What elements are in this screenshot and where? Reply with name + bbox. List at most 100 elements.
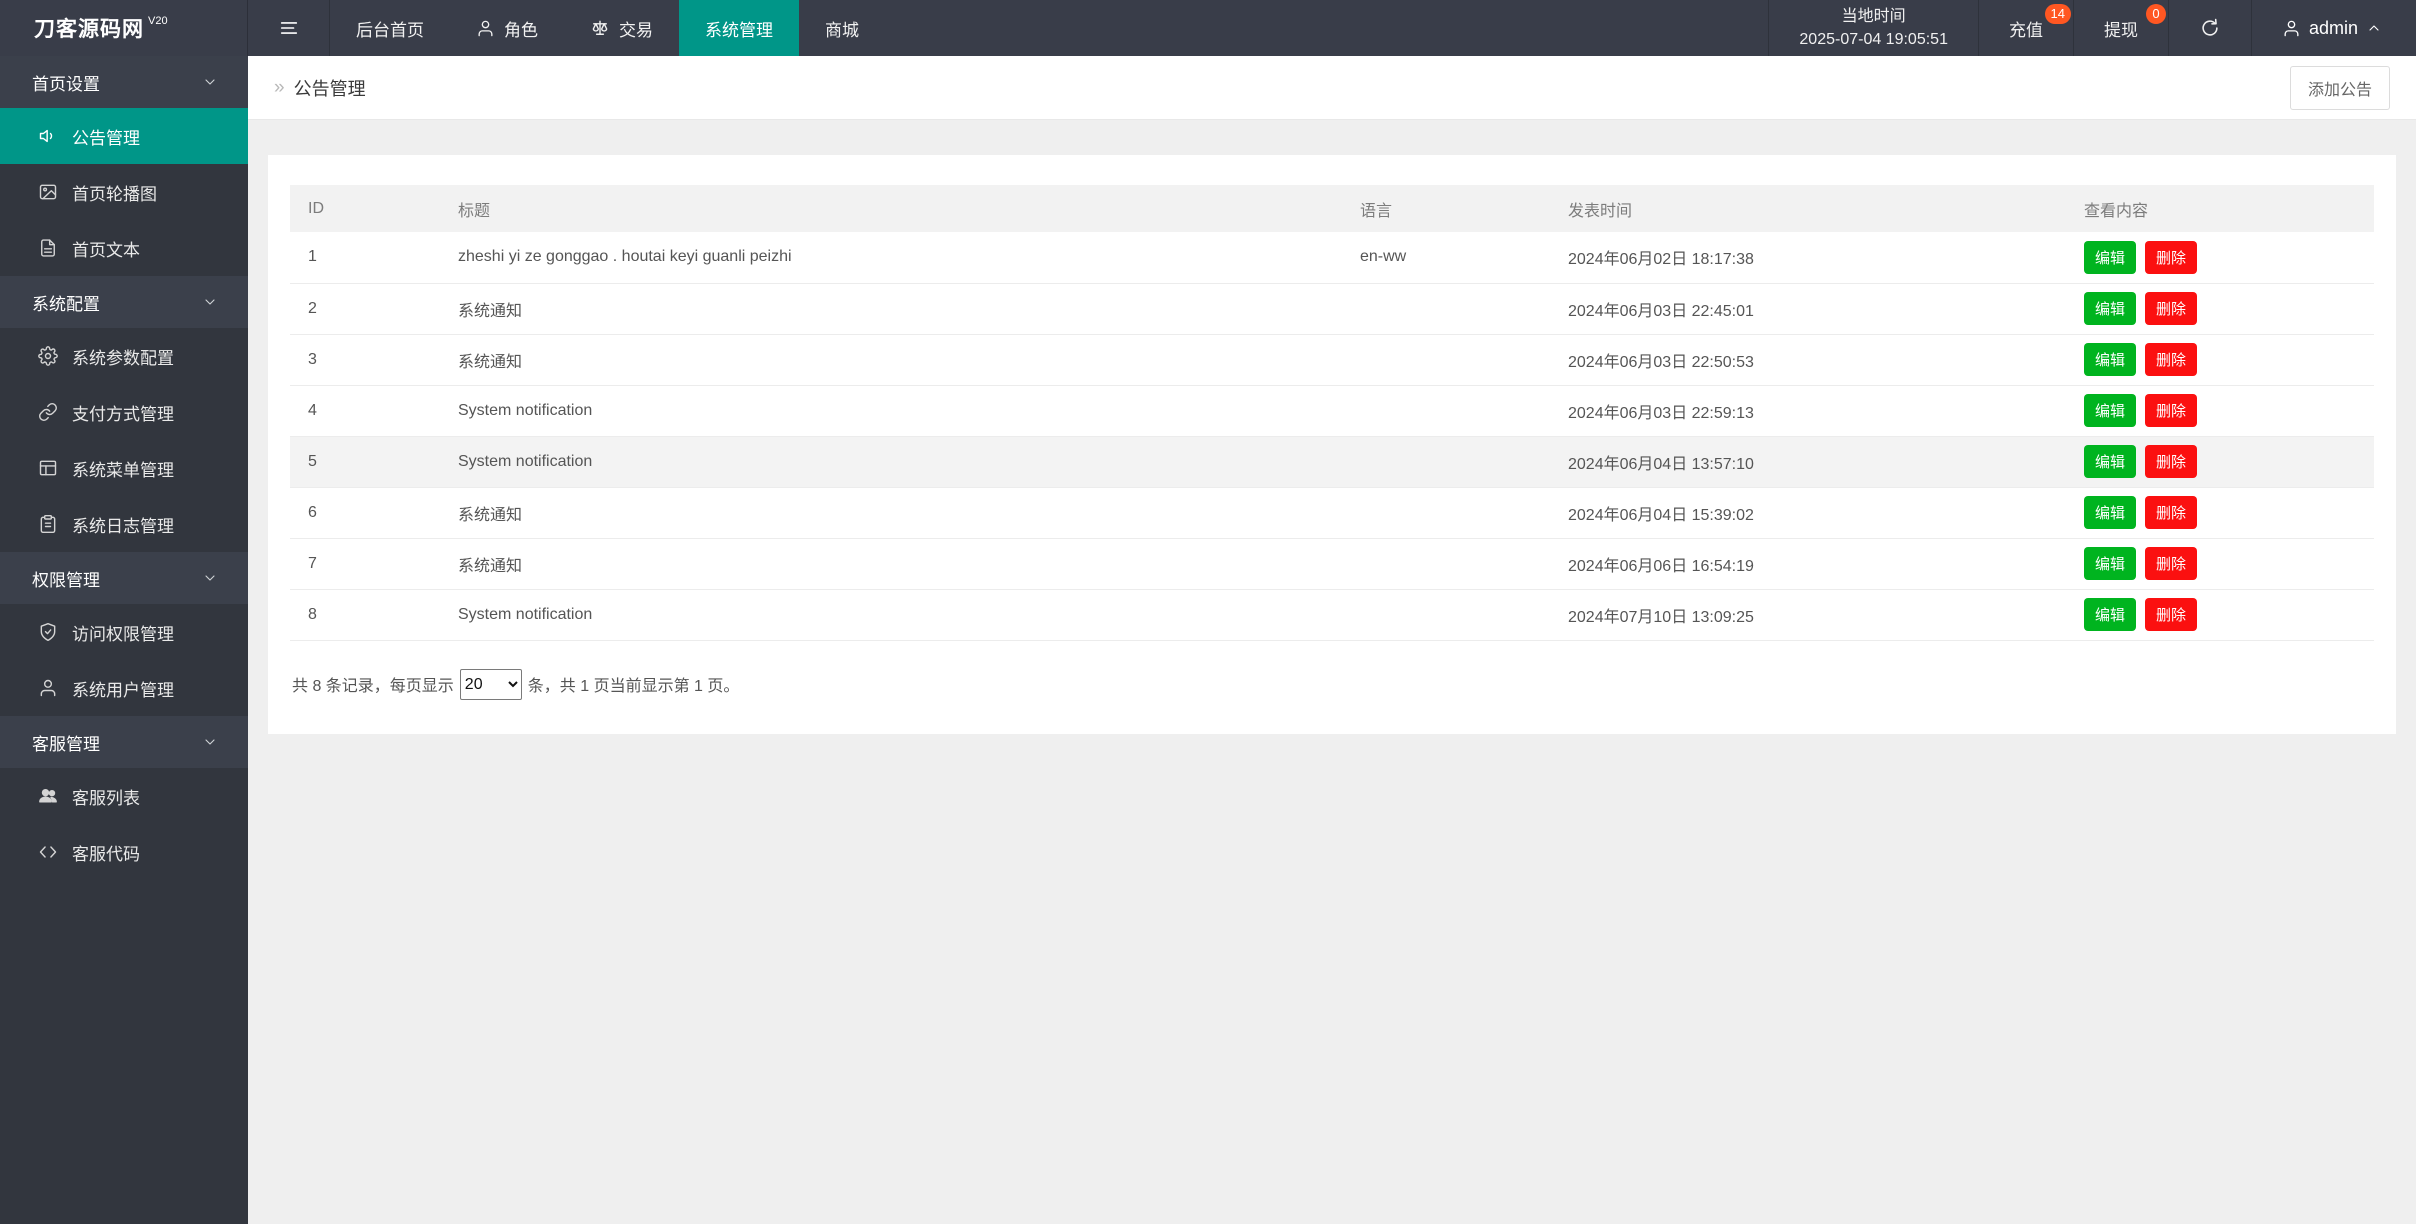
nav-item-label: 后台首页 [356, 20, 424, 40]
sidebar-item-home-text[interactable]: 首页文本 [0, 220, 248, 276]
cell-actions: 编辑 删除 [2066, 385, 2374, 437]
cell-title: 系统通知 [440, 538, 1342, 590]
cell-actions: 编辑 删除 [2066, 232, 2374, 284]
sidebar-section-permissions[interactable]: 权限管理 [0, 552, 248, 604]
sidebar-item-system-logs[interactable]: 系统日志管理 [0, 496, 248, 552]
page-size-select[interactable]: 20 [459, 668, 522, 700]
cell-lang [1342, 487, 1550, 539]
cell-actions: 编辑 删除 [2066, 589, 2374, 641]
table-row: 2 系统通知 2024年06月03日 22:45:01 编辑 删除 [290, 283, 2374, 335]
pagination: 共 8 条记录，每页显示 20 条，共 1 页当前显示第 1 页。 [290, 668, 2374, 700]
cell-time: 2024年06月03日 22:59:13 [1550, 385, 2066, 437]
recharge-label: 充值 [2008, 20, 2043, 40]
edit-button[interactable]: 编辑 [2084, 292, 2137, 325]
notice-table: ID 标题 语言 发表时间 查看内容 1 zheshi yi ze gongga… [290, 185, 2374, 641]
sidebar-item-label: 首页轮播图 [72, 184, 157, 204]
layout-icon [38, 458, 58, 478]
chevron-down-icon [202, 294, 218, 310]
edit-button[interactable]: 编辑 [2084, 445, 2137, 478]
cell-lang [1342, 589, 1550, 641]
edit-button[interactable]: 编辑 [2084, 240, 2137, 274]
sidebar-section-customer-service[interactable]: 客服管理 [0, 716, 248, 768]
sidebar-item-system-users[interactable]: 系统用户管理 [0, 660, 248, 716]
sidebar-item-system-menu[interactable]: 系统菜单管理 [0, 440, 248, 496]
notice-table-card: ID 标题 语言 发表时间 查看内容 1 zheshi yi ze gongga… [268, 155, 2396, 734]
sidebar-item-system-params[interactable]: 系统参数配置 [0, 328, 248, 384]
sidebar-item-label: 客服代码 [72, 844, 140, 864]
nav-item-mall[interactable]: 商城 [799, 0, 885, 56]
add-notice-button[interactable]: 添加公告 [2289, 65, 2390, 110]
cell-title: 系统通知 [440, 334, 1342, 386]
sidebar-item-home-carousel[interactable]: 首页轮播图 [0, 164, 248, 220]
table-row: 5 System notification 2024年06月04日 13:57:… [290, 436, 2374, 488]
delete-button[interactable]: 删除 [2145, 445, 2198, 478]
link-icon [38, 402, 58, 422]
delete-button[interactable]: 删除 [2145, 240, 2198, 274]
edit-button[interactable]: 编辑 [2084, 496, 2137, 529]
chevron-down-icon [202, 74, 218, 90]
nav-item-system[interactable]: 系统管理 [679, 0, 799, 56]
withdraw-button[interactable]: 提现 0 [2072, 0, 2168, 56]
cell-id: 5 [290, 436, 440, 488]
sidebar-item-access-permissions[interactable]: 访问权限管理 [0, 604, 248, 660]
document-icon [38, 238, 58, 258]
delete-button[interactable]: 删除 [2145, 343, 2198, 376]
app-title: 刀客源码网 [34, 18, 144, 41]
navbar-right: 当地时间 2025-07-04 19:05:51 充值 14 提现 0 admi… [1768, 0, 2416, 56]
delete-button[interactable]: 删除 [2145, 394, 2198, 427]
cell-actions: 编辑 删除 [2066, 283, 2374, 335]
cell-time: 2024年06月03日 22:45:01 [1550, 283, 2066, 335]
username: admin [2308, 17, 2358, 38]
sidebar-section-system-config[interactable]: 系统配置 [0, 276, 248, 328]
recharge-button[interactable]: 充值 14 [1977, 0, 2073, 56]
refresh-button[interactable] [2167, 0, 2251, 56]
delete-button[interactable]: 删除 [2145, 292, 2198, 325]
cell-id: 2 [290, 283, 440, 335]
sidebar-item-notice-management[interactable]: 公告管理 [0, 108, 248, 164]
delete-button[interactable]: 删除 [2145, 496, 2198, 529]
pagination-suffix: 条，共 1 页当前显示第 1 页。 [527, 678, 740, 695]
cell-actions: 编辑 删除 [2066, 538, 2374, 590]
edit-button[interactable]: 编辑 [2084, 394, 2137, 427]
cell-id: 7 [290, 538, 440, 590]
image-icon [38, 182, 58, 202]
nav-item-home[interactable]: 后台首页 [330, 0, 450, 56]
sidebar-item-label: 客服列表 [72, 788, 140, 808]
clipboard-icon [38, 514, 58, 534]
edit-button[interactable]: 编辑 [2084, 343, 2137, 376]
section-title-label: 系统配置 [32, 294, 100, 314]
sidebar-item-payment-methods[interactable]: 支付方式管理 [0, 384, 248, 440]
user-menu[interactable]: admin [2250, 0, 2416, 56]
cell-time: 2024年06月06日 16:54:19 [1550, 538, 2066, 590]
scale-icon [590, 18, 610, 38]
edit-button[interactable]: 编辑 [2084, 598, 2137, 631]
table-header-row: ID 标题 语言 发表时间 查看内容 [290, 185, 2374, 232]
sidebar-toggle-button[interactable] [248, 0, 330, 56]
cell-lang [1342, 334, 1550, 386]
edit-button[interactable]: 编辑 [2084, 547, 2137, 580]
table-row: 4 System notification 2024年06月03日 22:59:… [290, 385, 2374, 437]
sidebar-section-home-settings[interactable]: 首页设置 [0, 56, 248, 108]
delete-button[interactable]: 删除 [2145, 547, 2198, 580]
withdraw-badge: 0 [2145, 4, 2166, 24]
cell-actions: 编辑 删除 [2066, 334, 2374, 386]
cell-title: zheshi yi ze gonggao . houtai keyi guanl… [440, 232, 1342, 284]
cell-title: System notification [440, 436, 1342, 488]
withdraw-label: 提现 [2103, 20, 2138, 40]
sidebar-item-label: 公告管理 [72, 128, 140, 148]
col-header-title: 标题 [458, 202, 491, 220]
page-title: 公告管理 [293, 78, 366, 99]
sidebar-item-service-code[interactable]: 客服代码 [0, 824, 248, 880]
cell-time: 2024年06月03日 22:50:53 [1550, 334, 2066, 386]
sidebar-item-label: 系统日志管理 [72, 516, 174, 536]
nav-item-trade[interactable]: 交易 [564, 0, 679, 56]
sidebar: 首页设置 公告管理 首页轮播图 首页文本 系统配置 系统参数配置 支付方式管理 [0, 56, 248, 1224]
sidebar-item-label: 系统菜单管理 [72, 460, 174, 480]
section-title-label: 首页设置 [32, 74, 100, 94]
sidebar-item-service-list[interactable]: 客服列表 [0, 768, 248, 824]
table-row: 7 系统通知 2024年06月06日 16:54:19 编辑 删除 [290, 538, 2374, 590]
nav-item-roles[interactable]: 角色 [450, 0, 564, 56]
cell-lang [1342, 385, 1550, 437]
cell-id: 4 [290, 385, 440, 437]
delete-button[interactable]: 删除 [2145, 598, 2198, 631]
